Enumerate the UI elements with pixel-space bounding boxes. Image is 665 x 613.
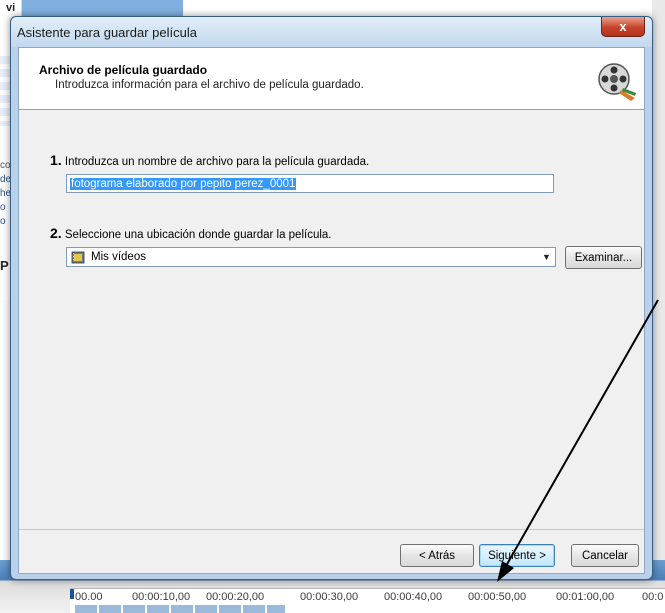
filename-value: fotograma elaborado por pepito perez_000… (70, 178, 297, 190)
timeline-tick: 00.00 (75, 591, 103, 603)
dialog-title: Asistente para guardar película (17, 25, 197, 40)
close-icon: x (619, 19, 627, 34)
step2-label: 2. Seleccione una ubicación donde guarda… (50, 225, 332, 241)
wizard-header: Archivo de película guardado Introduzca … (19, 48, 644, 110)
timeline-tick: 00:00:10,00 (132, 591, 191, 603)
background-right-panel (652, 0, 665, 600)
wizard-page-subtitle: Introduzca información para el archivo d… (55, 79, 364, 91)
location-value: Mis vídeos (91, 251, 146, 263)
background-window-title: vi (6, 2, 16, 14)
footer-divider (19, 529, 644, 530)
background-selected-tab (0, 0, 183, 16)
step1-number: 1. (50, 152, 62, 168)
dialog-titlebar[interactable]: Asistente para guardar película x (11, 17, 652, 47)
step1-label: 1. Introduzca un nombre de archivo para … (50, 152, 369, 168)
film-reel-icon (598, 63, 636, 101)
timeline-tick: 00:00:20,00 (206, 591, 265, 603)
chevron-down-icon[interactable]: ▼ (538, 248, 555, 266)
timeline-tick: 00:01:00,00 (556, 591, 615, 603)
step1-text: Introduzca un nombre de archivo para la … (64, 156, 370, 168)
background-side-letter: o (0, 216, 6, 227)
timeline-ruler[interactable]: 00.00 00:00:10,00 00:00:20,00 00:00:30,0… (70, 588, 665, 613)
timeline-tick: 00:00:50,00 (468, 591, 527, 603)
filename-input[interactable]: fotograma elaborado por pepito perez_000… (66, 174, 554, 193)
background-side-list (0, 56, 10, 126)
step2-number: 2. (50, 225, 62, 241)
back-button[interactable]: < Atrás (400, 544, 474, 567)
cancel-button[interactable]: Cancelar (571, 544, 639, 567)
timeline-tick: 00:00:40,00 (384, 591, 443, 603)
timeline-tick: 00:00:30,00 (300, 591, 359, 603)
next-button[interactable]: Siguiente > (479, 544, 555, 567)
dialog-client-area: Archivo de película guardado Introduzca … (18, 47, 645, 574)
playhead-marker[interactable] (70, 589, 74, 599)
wizard-page-title: Archivo de película guardado (39, 63, 208, 77)
background-side-letter: o (0, 202, 6, 213)
browse-button[interactable]: Examinar... (565, 246, 642, 269)
close-button[interactable]: x (601, 17, 645, 37)
timeline-tick: 00:0 (642, 591, 664, 603)
location-dropdown[interactable]: Mis vídeos ▼ (66, 247, 556, 267)
save-movie-wizard-dialog: Asistente para guardar película x Archiv… (10, 16, 653, 580)
background-side-letter: P (0, 258, 9, 273)
timeline-clip-strip[interactable] (75, 605, 285, 613)
background-side-letter: co (0, 160, 11, 171)
step2-text: Seleccione una ubicación donde guardar l… (64, 229, 332, 241)
video-folder-icon (71, 251, 85, 264)
